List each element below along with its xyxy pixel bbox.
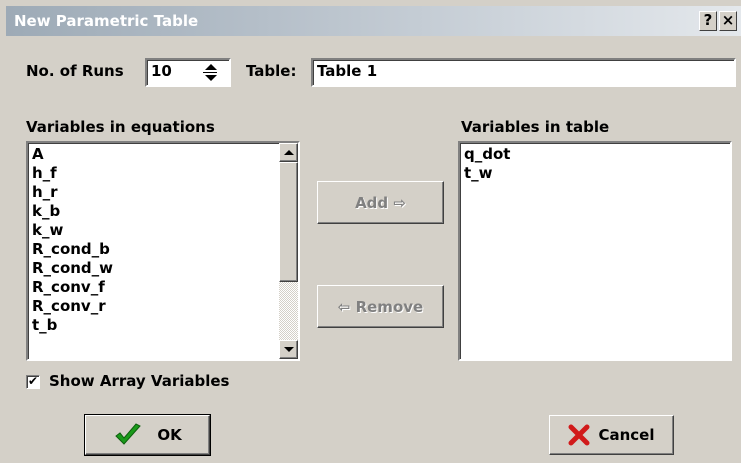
spin-up-icon[interactable] <box>205 64 217 70</box>
spin-down-icon[interactable] <box>205 75 217 81</box>
table-list-header: Variables in table <box>461 118 610 136</box>
list-item[interactable]: R_conv_f <box>32 278 105 297</box>
scroll-up-button[interactable] <box>279 143 298 162</box>
list-item[interactable]: R_cond_w <box>32 259 113 278</box>
add-button[interactable]: Add ⇨ <box>317 181 444 224</box>
table-listbox[interactable]: q_dot t_w <box>458 141 732 361</box>
list-item[interactable]: R_conv_r <box>32 297 106 316</box>
spin-divider <box>203 72 217 73</box>
table-label: Table: <box>246 62 297 80</box>
ok-button-content: OK <box>86 416 209 454</box>
equations-list-header: Variables in equations <box>26 118 215 136</box>
runs-label: No. of Runs <box>26 62 124 80</box>
scroll-down-button[interactable] <box>279 340 298 359</box>
arrow-up-icon <box>284 150 294 155</box>
list-item[interactable]: k_w <box>32 221 63 240</box>
runs-input[interactable]: 10 <box>145 58 231 87</box>
cancel-button[interactable]: Cancel <box>549 415 674 455</box>
ok-button-label: OK <box>157 426 182 444</box>
list-item[interactable]: t_b <box>32 316 57 335</box>
window-title: New Parametric Table <box>14 12 199 30</box>
remove-button[interactable]: ⇦ Remove <box>317 285 444 328</box>
equations-listbox[interactable]: Ah_f h_r k_b k_w R_cond_b R_cond_w R_conv_f R_c… <box>26 141 300 361</box>
title-bar[interactable]: New Parametric Table ? × <box>6 6 741 36</box>
list-item[interactable]: R_cond_b <box>32 240 110 259</box>
help-button[interactable]: ? <box>699 11 717 31</box>
cancel-button-content: Cancel <box>550 416 673 454</box>
table-name-input[interactable]: Table 1 <box>311 58 736 87</box>
equations-scrollbar[interactable] <box>279 143 298 359</box>
ok-button[interactable]: OK <box>84 414 211 456</box>
remove-button-label: ⇦ Remove <box>337 297 424 316</box>
arrow-down-icon <box>284 347 294 352</box>
list-item[interactable]: A <box>32 145 44 164</box>
scroll-thumb[interactable] <box>279 162 298 282</box>
list-item[interactable]: q_dot <box>464 145 510 164</box>
help-icon: ? <box>703 11 713 29</box>
add-button-label: Add ⇨ <box>355 193 406 212</box>
list-item[interactable]: h_r <box>32 183 58 202</box>
cancel-button-label: Cancel <box>598 426 655 444</box>
checkmark-green-icon <box>115 423 142 445</box>
show-array-checkbox[interactable]: ✔ <box>26 374 40 389</box>
cancel-x-icon <box>568 424 590 446</box>
checkmark-icon: ✔ <box>28 374 39 388</box>
table-name-value: Table 1 <box>317 62 378 80</box>
close-icon: × <box>721 11 735 29</box>
list-item[interactable]: t_w <box>464 164 493 183</box>
runs-value: 10 <box>151 62 172 80</box>
show-array-label: Show Array Variables <box>49 372 230 390</box>
runs-spinner[interactable] <box>202 60 218 85</box>
new-parametric-table-dialog: New Parametric Table ? × No. of Runs 10 … <box>0 0 741 463</box>
list-item[interactable]: k_b <box>32 202 60 221</box>
close-button[interactable]: × <box>719 11 737 31</box>
list-item[interactable]: h_f <box>32 164 57 183</box>
